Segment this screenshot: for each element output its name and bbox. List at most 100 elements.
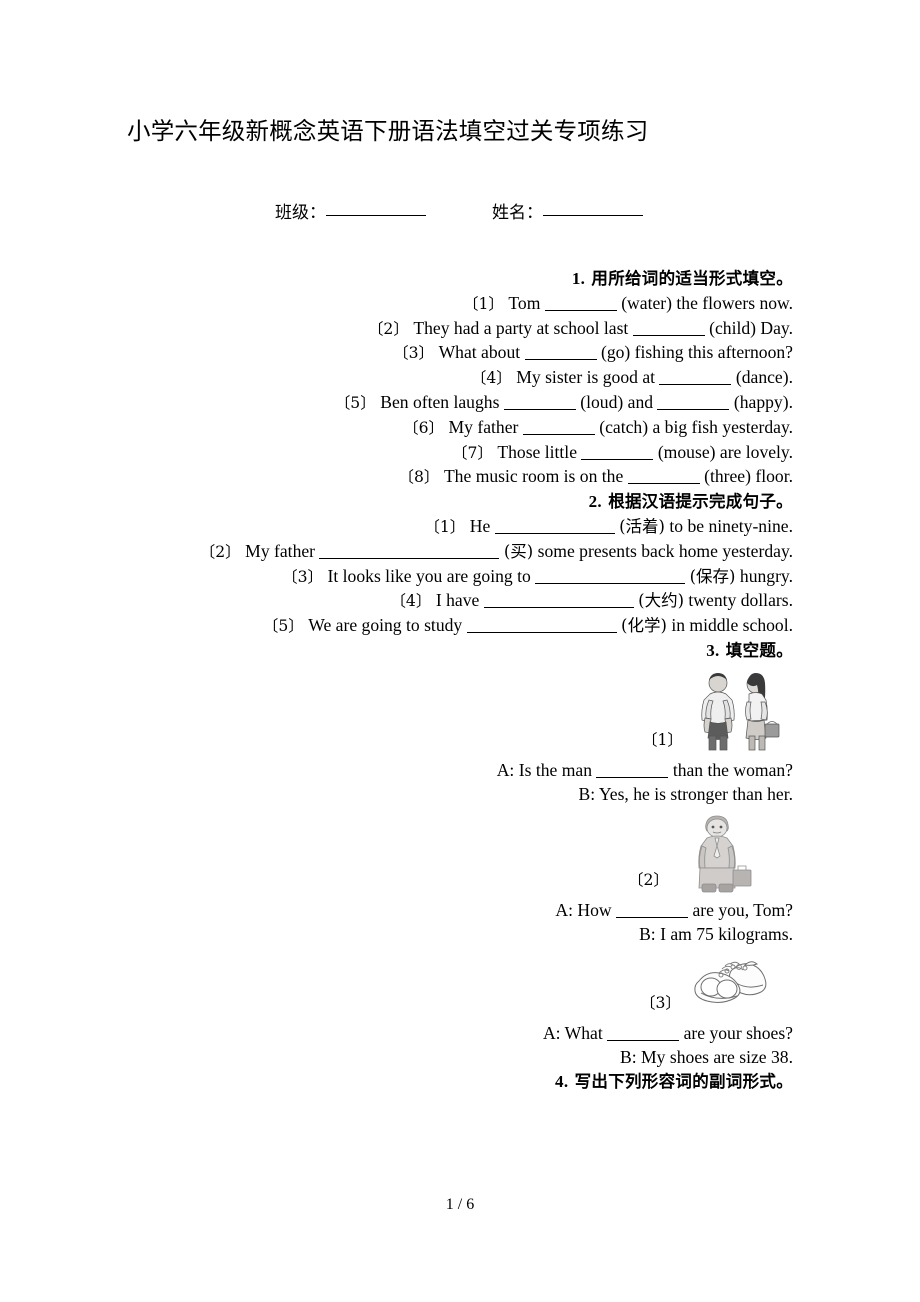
answer-blank[interactable] bbox=[466, 619, 617, 634]
answer-line: B: My shoes are size 38. bbox=[620, 1046, 793, 1067]
item-hint: (买) bbox=[503, 541, 534, 561]
item-post-text: (water) the flowers now. bbox=[621, 292, 793, 313]
item-pre-text: My father bbox=[245, 540, 316, 561]
item-index: 〔3〕 bbox=[639, 993, 681, 1012]
question-tail: are you, Tom? bbox=[692, 900, 793, 921]
item-index: 〔1〕 bbox=[424, 517, 466, 536]
item-post-text: (three) floor. bbox=[704, 466, 793, 487]
section-2-item-4: 〔4〕 I have (大约) twenty dollars. bbox=[127, 589, 793, 614]
item-index: 〔1〕 bbox=[462, 294, 504, 313]
answer-blank[interactable] bbox=[581, 446, 654, 460]
item-pre-text: My father bbox=[448, 416, 519, 437]
item-post-text: in middle school. bbox=[671, 615, 793, 636]
question-text: A: How bbox=[555, 900, 612, 921]
document-page: 小学六年级新概念英语下册语法填空过关专项练习 班级： 姓名： 1. 用所给词的适当… bbox=[0, 0, 920, 1302]
answer-blank[interactable] bbox=[627, 470, 700, 485]
item-index: 〔5〕 bbox=[334, 393, 376, 412]
picture-row: 〔3〕 bbox=[127, 955, 783, 1017]
item-hint: (大约) bbox=[638, 591, 685, 611]
answer-blank[interactable] bbox=[544, 297, 617, 311]
man-with-briefcase-illustration bbox=[675, 814, 771, 894]
item-index: 〔2〕 bbox=[627, 871, 669, 890]
section-1-item-3: 〔3〕 What about (go) fishing this afterno… bbox=[127, 341, 793, 366]
item-index: 〔3〕 bbox=[282, 567, 324, 586]
section-4-heading: 4. 写出下列形容词的副词形式。 bbox=[127, 1070, 793, 1095]
item-index: 〔2〕 bbox=[367, 319, 409, 338]
section-1-item-5: 〔5〕 Ben often laughs (loud) and (happy). bbox=[127, 391, 793, 416]
answer-line: B: Yes, he is stronger than her. bbox=[578, 783, 793, 804]
answer-blank[interactable] bbox=[524, 346, 597, 361]
section-1-item-8: 〔8〕 The music room is on the (three) flo… bbox=[127, 465, 793, 490]
name-label: 姓名： bbox=[492, 203, 543, 223]
answer-blank[interactable] bbox=[632, 322, 705, 336]
answer-blank[interactable] bbox=[659, 371, 732, 386]
question-line: A: How are you, Tom? bbox=[127, 899, 793, 923]
section-1: 1. 用所给词的适当形式填空。 〔1〕 Tom (water) the flow… bbox=[127, 267, 793, 664]
section-2-item-3: 〔3〕 It looks like you are going to (保存) … bbox=[127, 565, 793, 590]
item-index: 〔5〕 bbox=[262, 617, 304, 636]
answer-line: B: I am 75 kilograms. bbox=[639, 924, 793, 945]
picture-question-3-text: A: What are your shoes? B: My shoes are … bbox=[127, 1022, 793, 1094]
question-line: A: Is the man than the woman? bbox=[127, 759, 793, 783]
section-1-item-6: 〔6〕 My father (catch) a big fish yesterd… bbox=[127, 416, 793, 441]
item-post-text: to be ninety-nine. bbox=[669, 515, 793, 536]
picture-question-1-text: A: Is the man than the woman? B: Yes, he… bbox=[127, 759, 793, 807]
answer-blank[interactable] bbox=[494, 520, 615, 534]
item-hint: (化学) bbox=[621, 616, 667, 636]
item-pre-text: The music room is on the bbox=[443, 466, 624, 487]
item-pre-text: We are going to study bbox=[308, 615, 463, 636]
item-hint: (保存) bbox=[689, 566, 736, 586]
class-blank[interactable] bbox=[326, 215, 426, 216]
page-title: 小学六年级新概念英语下册语法填空过关专项练习 bbox=[127, 117, 649, 145]
answer-blank[interactable] bbox=[596, 764, 669, 778]
item-post-text: (catch) a big fish yesterday. bbox=[599, 416, 793, 437]
question-tail: are your shoes? bbox=[683, 1022, 793, 1043]
answer-blank[interactable] bbox=[535, 570, 686, 584]
section-1-number: 1. bbox=[571, 269, 586, 288]
answer-blank[interactable] bbox=[319, 545, 500, 559]
item-mid-text: (loud) and bbox=[580, 391, 654, 412]
item-pre-text: He bbox=[469, 515, 491, 536]
question-text: A: What bbox=[542, 1022, 603, 1043]
answer-blank[interactable] bbox=[522, 421, 595, 435]
answer-blank[interactable] bbox=[616, 904, 689, 919]
item-post-text: twenty dollars. bbox=[688, 590, 793, 611]
item-pre-text: My sister is good at bbox=[516, 367, 656, 388]
section-3-title: 填空题。 bbox=[725, 640, 793, 660]
item-hint: (活着) bbox=[619, 516, 665, 536]
section-3-heading: 3. 填空题。 bbox=[127, 639, 793, 664]
section-3-number: 3. bbox=[706, 640, 720, 660]
section-1-item-1: 〔1〕 Tom (water) the flowers now. bbox=[127, 292, 793, 317]
item-pre-text: What about bbox=[438, 342, 521, 363]
item-pre-text: They had a party at school last bbox=[413, 317, 629, 338]
item-index: 〔6〕 bbox=[403, 418, 445, 437]
section-1-item-7: 〔7〕 Those little (mouse) are lovely. bbox=[127, 441, 793, 466]
item-index: 〔4〕 bbox=[470, 369, 512, 388]
item-pre-text: It looks like you are going to bbox=[327, 565, 531, 586]
item-post-text: (dance). bbox=[735, 367, 793, 388]
section-2-item-5: 〔5〕 We are going to study (化学) in middle… bbox=[127, 614, 793, 639]
answer-blank[interactable] bbox=[483, 594, 634, 609]
section-1-item-4: 〔4〕 My sister is good at (dance). bbox=[127, 366, 793, 391]
item-index: 〔4〕 bbox=[390, 592, 432, 611]
item-post-text: hungry. bbox=[739, 565, 793, 586]
question-line: A: What are your shoes? bbox=[127, 1022, 793, 1046]
name-blank[interactable] bbox=[543, 215, 643, 216]
section-2-item-2: 〔2〕 My father (买) some presents back hom… bbox=[127, 540, 793, 565]
item-pre-text: Ben often laughs bbox=[380, 391, 500, 412]
section-2-number: 2. bbox=[588, 492, 602, 512]
section-2-item-1: 〔1〕 He (活着) to be ninety-nine. bbox=[127, 515, 793, 540]
section-1-title: 用所给词的适当形式填空。 bbox=[591, 269, 793, 288]
question-tail: than the woman? bbox=[672, 759, 793, 780]
item-post-text: some presents back home yesterday. bbox=[537, 540, 793, 561]
picture-question-2: 〔2〕 A: How are you, Tom? B: I am 75 kilo… bbox=[127, 814, 793, 947]
student-info-line: 班级： 姓名： bbox=[127, 198, 793, 223]
answer-blank-2[interactable] bbox=[657, 396, 730, 410]
item-index: 〔2〕 bbox=[199, 542, 241, 561]
item-post-text: (mouse) are lovely. bbox=[657, 441, 793, 462]
answer-blank[interactable] bbox=[503, 396, 576, 410]
picture-question-3: 〔3〕 A: What are your shoes? B: My shoes … bbox=[127, 955, 793, 1094]
item-index: 〔1〕 bbox=[641, 730, 683, 749]
question-text: A: Is the man bbox=[496, 759, 592, 780]
answer-blank[interactable] bbox=[607, 1027, 680, 1041]
